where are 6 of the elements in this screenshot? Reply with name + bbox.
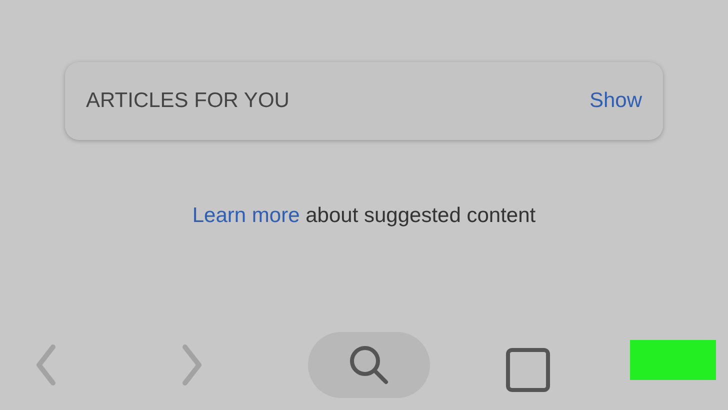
show-link[interactable]: Show xyxy=(589,85,642,117)
suggested-content-note: Learn more about suggested content xyxy=(191,203,537,229)
search-icon xyxy=(348,344,390,386)
card-title: ARTICLES FOR YOU xyxy=(86,88,290,114)
learn-more-link[interactable]: Learn more xyxy=(192,204,300,227)
tabs-button[interactable] xyxy=(506,348,550,392)
